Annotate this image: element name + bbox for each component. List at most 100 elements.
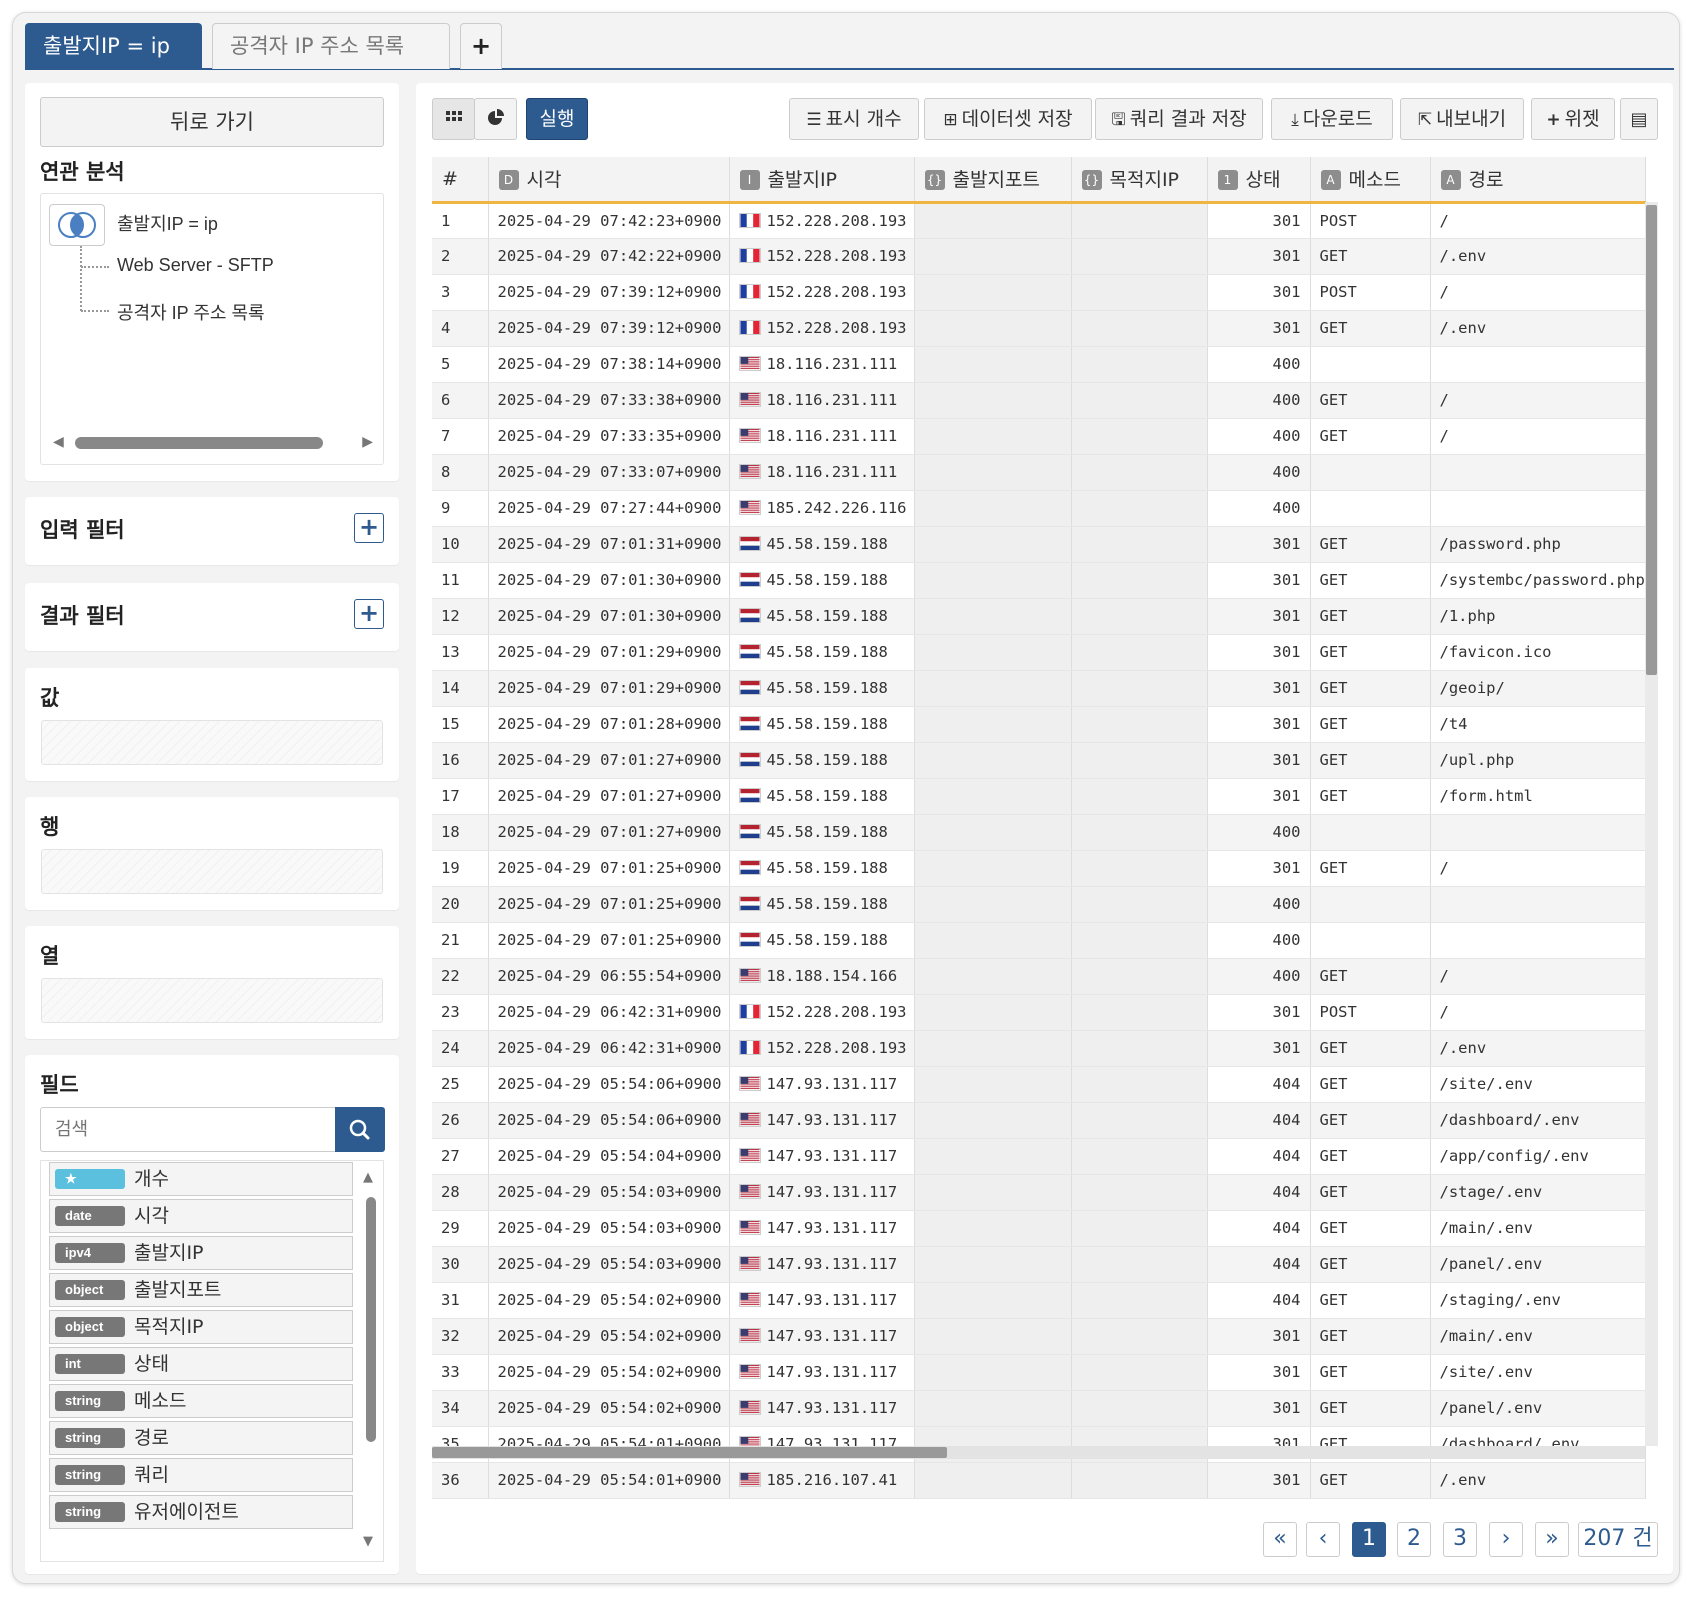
scroll-right-icon[interactable]: ▶	[362, 434, 373, 450]
tab-attacker-ip-list[interactable]: 공격자 IP 주소 목록	[212, 23, 450, 69]
table-row[interactable]: 9 2025-04-29 07:27:44+0900 185.242.226.116…	[432, 490, 1646, 527]
association-root[interactable]: 출발지IP = ip	[117, 210, 218, 236]
column-header[interactable]: A 경로	[1430, 157, 1646, 204]
next-page-button[interactable]: ›	[1489, 1522, 1523, 1557]
field-item[interactable]: string 유저에이전트	[49, 1495, 353, 1529]
horizontal-scrollbar[interactable]	[75, 437, 323, 449]
table-row[interactable]: 25 2025-04-29 05:54:06+0900 147.93.131.117…	[432, 1066, 1646, 1103]
table-row[interactable]: 14 2025-04-29 07:01:29+0900 45.58.159.188 3…	[432, 670, 1646, 707]
table-row[interactable]: 17 2025-04-29 07:01:27+0900 45.58.159.188 3…	[432, 778, 1646, 815]
field-item[interactable]: string 쿼리	[49, 1458, 353, 1492]
save-dataset-button[interactable]: ⊞ 데이터셋 저장	[924, 98, 1092, 140]
field-search-button[interactable]	[335, 1107, 385, 1152]
table-row[interactable]: 18 2025-04-29 07:01:27+0900 45.58.159.188 4…	[432, 814, 1646, 851]
table-row[interactable]: 23 2025-04-29 06:42:31+0900 152.228.208.19…	[432, 994, 1646, 1031]
export-button[interactable]: ⇱ 내보내기	[1400, 98, 1524, 140]
field-item[interactable]: int 상태	[49, 1347, 353, 1381]
table-row[interactable]: 15 2025-04-29 07:01:28+0900 45.58.159.188 3…	[432, 706, 1646, 743]
download-button[interactable]: ⤓ 다운로드	[1271, 98, 1393, 140]
value-panel: 값	[25, 668, 399, 781]
table-row[interactable]: 33 2025-04-29 05:54:02+0900 147.93.131.117…	[432, 1354, 1646, 1391]
page-2-button[interactable]: 2	[1397, 1522, 1431, 1557]
back-button[interactable]: 뒤로 가기	[40, 97, 384, 147]
table-row[interactable]: 12 2025-04-29 07:01:30+0900 45.58.159.188 3…	[432, 598, 1646, 635]
column-header[interactable]: A 메소드	[1310, 157, 1431, 204]
field-search-input[interactable]	[40, 1107, 336, 1152]
column-header[interactable]: {} 출발지포트	[914, 157, 1072, 204]
table-row[interactable]: 6 2025-04-29 07:33:38+0900 18.116.231.111 4…	[432, 382, 1646, 419]
table-row[interactable]: 1 2025-04-29 07:42:23+0900 152.228.208.193…	[432, 202, 1646, 239]
nl-flag-icon	[738, 572, 761, 587]
table-row[interactable]: 31 2025-04-29 05:54:02+0900 147.93.131.117…	[432, 1282, 1646, 1319]
table-row[interactable]: 19 2025-04-29 07:01:25+0900 45.58.159.188 3…	[432, 850, 1646, 887]
add-tab-button[interactable]: +	[460, 23, 502, 69]
table-row[interactable]: 24 2025-04-29 06:42:31+0900 152.228.208.19…	[432, 1030, 1646, 1067]
grid-view-button[interactable]	[432, 98, 475, 140]
venn-icon[interactable]	[49, 204, 105, 246]
field-list-scrollbar[interactable]	[366, 1197, 376, 1442]
last-page-button[interactable]: »	[1535, 1522, 1569, 1557]
table-row[interactable]: 4 2025-04-29 07:39:12+0900 152.228.208.193…	[432, 310, 1646, 347]
field-item[interactable]: ★ 개수	[49, 1162, 353, 1196]
field-item[interactable]: object 목적지IP	[49, 1310, 353, 1344]
table-row[interactable]: 5 2025-04-29 07:38:14+0900 18.116.231.111 4…	[432, 346, 1646, 383]
add-input-filter-button[interactable]: +	[354, 513, 384, 543]
nl-flag-icon	[738, 536, 761, 551]
first-page-button[interactable]: «	[1263, 1522, 1297, 1557]
destination-ip-cell	[1071, 922, 1208, 959]
table-row[interactable]: 8 2025-04-29 07:33:07+0900 18.116.231.111 4…	[432, 454, 1646, 491]
vertical-scrollbar[interactable]	[1646, 205, 1657, 675]
table-row[interactable]: 21 2025-04-29 07:01:25+0900 45.58.159.188 4…	[432, 922, 1646, 959]
field-item[interactable]: object 출발지포트	[49, 1273, 353, 1307]
table-row[interactable]: 22 2025-04-29 06:55:54+0900 18.188.154.166…	[432, 958, 1646, 995]
field-name: 쿼리	[134, 1464, 169, 1486]
row-dropzone[interactable]	[41, 849, 383, 894]
row-number-cell: 4	[432, 310, 489, 347]
tab-source-ip[interactable]: 출발지IP = ip	[25, 23, 202, 69]
run-button[interactable]: 실행	[526, 98, 588, 140]
page-1-button[interactable]: 1	[1352, 1522, 1386, 1557]
column-header[interactable]: #	[432, 157, 489, 204]
field-item[interactable]: date 시각	[49, 1199, 353, 1233]
add-result-filter-button[interactable]: +	[354, 599, 384, 629]
field-item[interactable]: ipv4 출발지IP	[49, 1236, 353, 1270]
column-header[interactable]: {} 목적지IP	[1071, 157, 1208, 204]
chart-view-button[interactable]	[474, 98, 517, 140]
column-header[interactable]: 1 상태	[1207, 157, 1311, 204]
value-dropzone[interactable]	[41, 720, 383, 765]
method-cell	[1310, 346, 1431, 383]
widget-button[interactable]: + 위젯	[1531, 98, 1615, 140]
prev-page-button[interactable]: ‹	[1306, 1522, 1340, 1557]
table-row[interactable]: 30 2025-04-29 05:54:03+0900 147.93.131.117…	[432, 1246, 1646, 1283]
table-row[interactable]: 28 2025-04-29 05:54:03+0900 147.93.131.117…	[432, 1174, 1646, 1211]
column-header[interactable]: I 출발지IP	[729, 157, 915, 204]
scroll-up-icon[interactable]: ▲	[363, 1170, 373, 1185]
table-row[interactable]: 26 2025-04-29 05:54:06+0900 147.93.131.117…	[432, 1102, 1646, 1139]
table-row[interactable]: 13 2025-04-29 07:01:29+0900 45.58.159.188 3…	[432, 634, 1646, 671]
table-row[interactable]: 16 2025-04-29 07:01:27+0900 45.58.159.188 3…	[432, 742, 1646, 779]
scroll-left-icon[interactable]: ◀	[53, 434, 64, 450]
save-query-button[interactable]: 🖫 쿼리 결과 저장	[1095, 98, 1263, 140]
grid-horizontal-scrollbar[interactable]	[432, 1447, 947, 1458]
table-row[interactable]: 7 2025-04-29 07:33:35+0900 18.116.231.111 4…	[432, 418, 1646, 455]
field-item[interactable]: string 메소드	[49, 1384, 353, 1418]
column-header[interactable]: D 시각	[488, 157, 730, 204]
table-row[interactable]: 3 2025-04-29 07:39:12+0900 152.228.208.193…	[432, 274, 1646, 311]
table-row[interactable]: 34 2025-04-29 05:54:02+0900 147.93.131.117…	[432, 1390, 1646, 1427]
page-3-button[interactable]: 3	[1443, 1522, 1477, 1557]
field-item[interactable]: string 경로	[49, 1421, 353, 1455]
settings-button[interactable]: ▤	[1620, 98, 1658, 140]
table-row[interactable]: 2 2025-04-29 07:42:22+0900 152.228.208.193…	[432, 238, 1646, 275]
table-row[interactable]: 32 2025-04-29 05:54:02+0900 147.93.131.117…	[432, 1318, 1646, 1355]
table-row[interactable]: 27 2025-04-29 05:54:04+0900 147.93.131.117…	[432, 1138, 1646, 1175]
table-row[interactable]: 29 2025-04-29 05:54:03+0900 147.93.131.117…	[432, 1210, 1646, 1247]
table-row[interactable]: 36 2025-04-29 05:54:01+0900 185.216.107.41…	[432, 1462, 1646, 1499]
scroll-down-icon[interactable]: ▼	[363, 1534, 373, 1549]
display-count-button[interactable]: ☰ 표시 개수	[789, 98, 919, 140]
column-dropzone[interactable]	[41, 978, 383, 1023]
table-row[interactable]: 20 2025-04-29 07:01:25+0900 45.58.159.188 4…	[432, 886, 1646, 923]
association-child[interactable]: 공격자 IP 주소 목록	[117, 299, 265, 325]
table-row[interactable]: 10 2025-04-29 07:01:31+0900 45.58.159.188 3…	[432, 526, 1646, 563]
table-row[interactable]: 11 2025-04-29 07:01:30+0900 45.58.159.188 3…	[432, 562, 1646, 599]
association-child[interactable]: Web Server - SFTP	[117, 255, 274, 276]
